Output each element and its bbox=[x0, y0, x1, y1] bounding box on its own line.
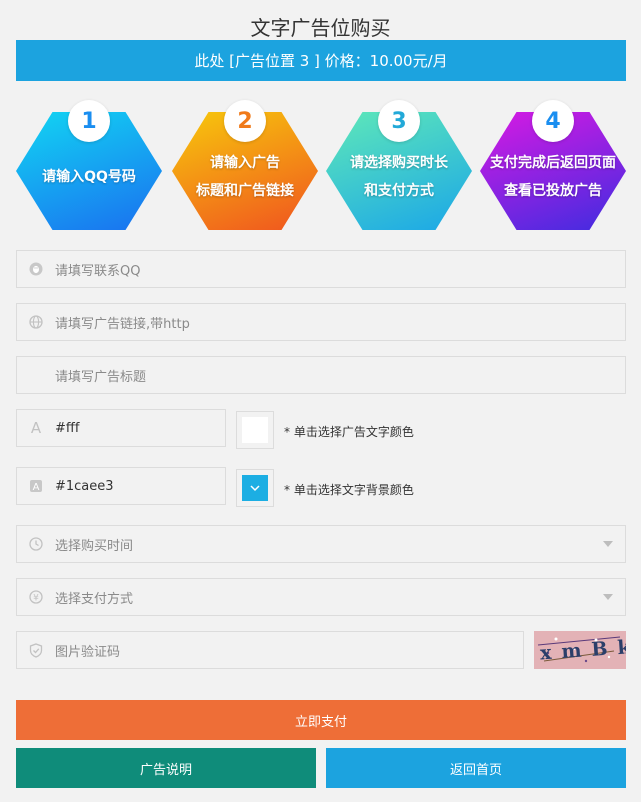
ad-link-placeholder: 请填写广告链接,带http bbox=[55, 316, 190, 332]
clock-icon bbox=[17, 537, 55, 551]
qq-penguin-icon bbox=[17, 262, 55, 276]
bg-color-field[interactable]: A #1caee3 bbox=[16, 467, 226, 505]
step-1: 1 请输入QQ号码 bbox=[14, 100, 164, 232]
step-label-line2: 和支付方式 bbox=[364, 183, 434, 199]
step-label-line1: 请选择购买时长 bbox=[350, 155, 448, 171]
qq-field[interactable]: 请填写联系QQ bbox=[16, 250, 626, 288]
font-icon: A bbox=[30, 419, 42, 437]
step-label-line2: 查看已投放广告 bbox=[504, 183, 602, 199]
step-3: 3 请选择购买时长 和支付方式 bbox=[324, 100, 474, 232]
text-color-swatch[interactable] bbox=[236, 411, 274, 449]
captcha-image[interactable]: xmBk bbox=[534, 631, 626, 669]
ad-title-field[interactable]: 请填写广告标题 bbox=[16, 356, 626, 394]
yen-icon: ¥ bbox=[17, 590, 55, 604]
bg-color-swatch[interactable] bbox=[236, 469, 274, 507]
shield-icon bbox=[17, 642, 55, 658]
price-banner: 此处 [广告位置 3 ] 价格：10.00元/月 bbox=[16, 40, 626, 81]
captcha-field[interactable]: 图片验证码 bbox=[16, 631, 524, 669]
chevron-down-icon bbox=[250, 485, 260, 492]
duration-select[interactable]: 选择购买时间 bbox=[16, 525, 626, 563]
text-color-value: #fff bbox=[55, 420, 80, 436]
bg-color-hint: * 单击选择文字背景颜色 bbox=[284, 483, 414, 497]
payment-placeholder: 选择支付方式 bbox=[55, 591, 134, 607]
step-4: 4 支付完成后返回页面 查看已投放广告 bbox=[478, 100, 628, 232]
text-color-field[interactable]: A #fff bbox=[16, 409, 226, 447]
step-label: 请输入QQ号码 bbox=[42, 169, 136, 185]
dropdown-arrow-icon bbox=[603, 594, 613, 600]
step-number: 4 bbox=[532, 100, 574, 142]
captcha-placeholder: 图片验证码 bbox=[55, 644, 121, 660]
pay-now-button[interactable]: 立即支付 bbox=[16, 700, 626, 740]
payment-select[interactable]: ¥ 选择支付方式 bbox=[16, 578, 626, 616]
bg-color-value: #1caee3 bbox=[55, 478, 114, 494]
text-color-hint: * 单击选择广告文字颜色 bbox=[284, 425, 414, 439]
step-number: 3 bbox=[378, 100, 420, 142]
svg-text:A: A bbox=[33, 482, 40, 493]
duration-placeholder: 选择购买时间 bbox=[55, 538, 134, 554]
dropdown-arrow-icon bbox=[603, 541, 613, 547]
qq-input-placeholder: 请填写联系QQ bbox=[55, 263, 141, 279]
step-label-line1: 支付完成后返回页面 bbox=[490, 155, 616, 171]
ad-link-field[interactable]: 请填写广告链接,带http bbox=[16, 303, 626, 341]
step-number: 2 bbox=[224, 100, 266, 142]
back-home-button[interactable]: 返回首页 bbox=[326, 748, 626, 788]
step-label-line1: 请输入广告 bbox=[210, 155, 280, 171]
page-title: 文字广告位购买 bbox=[250, 16, 391, 40]
font-filled-icon: A bbox=[17, 479, 55, 493]
globe-icon bbox=[17, 315, 55, 329]
text-color-swatch-fill bbox=[242, 417, 268, 443]
step-label-line2: 标题和广告链接 bbox=[196, 183, 294, 199]
step-number: 1 bbox=[68, 100, 110, 142]
svg-text:¥: ¥ bbox=[33, 594, 39, 604]
ad-description-button[interactable]: 广告说明 bbox=[16, 748, 316, 788]
bg-color-swatch-fill bbox=[242, 475, 268, 501]
step-2: 2 请输入广告标题和广告链接 bbox=[170, 100, 320, 232]
ad-title-placeholder: 请填写广告标题 bbox=[55, 369, 147, 385]
